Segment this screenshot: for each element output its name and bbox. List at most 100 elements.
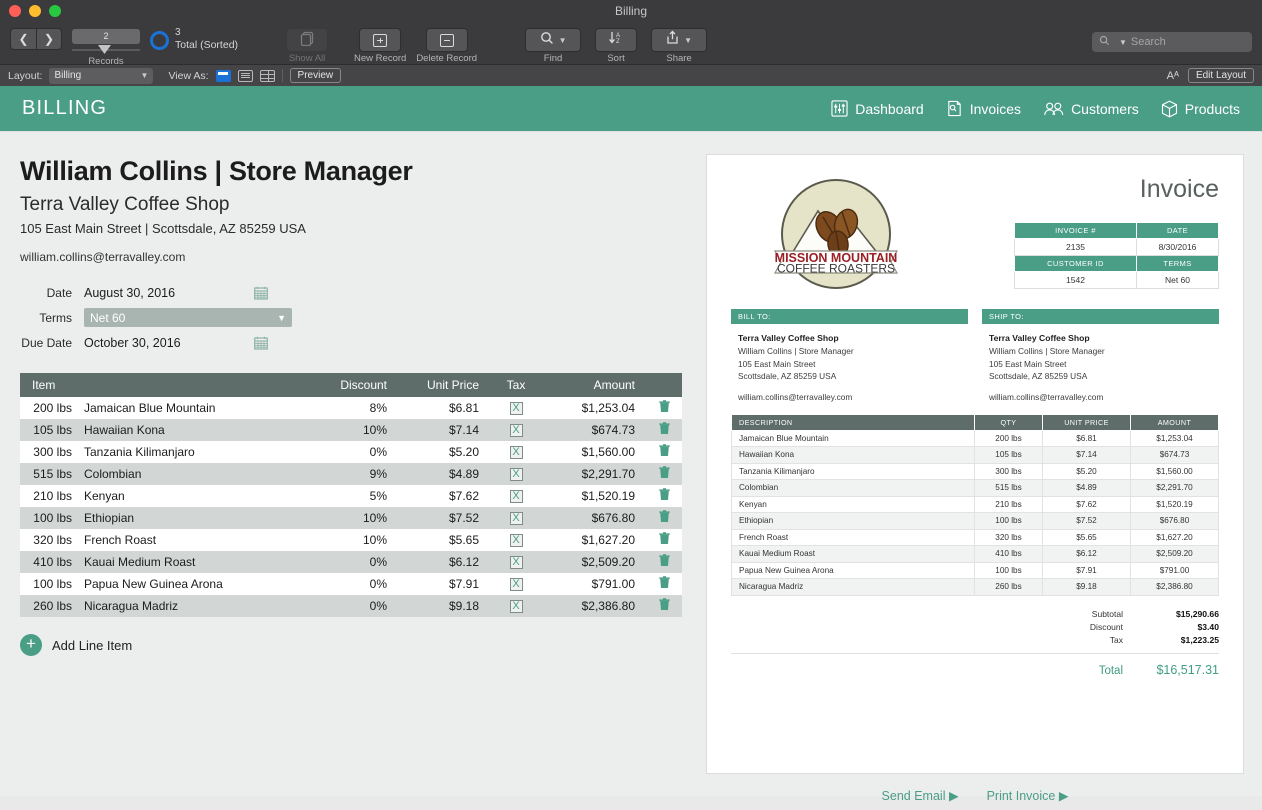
cell-unit-price[interactable]: $7.62 bbox=[399, 485, 491, 507]
cell-qty[interactable]: 200 lbs bbox=[20, 397, 78, 419]
cell-discount[interactable]: 10% bbox=[315, 419, 399, 441]
calendar-icon[interactable] bbox=[254, 286, 268, 300]
nav-item-products[interactable]: Products bbox=[1161, 100, 1240, 118]
tax-checkbox[interactable]: X bbox=[510, 490, 523, 503]
preview-button[interactable]: Preview bbox=[290, 68, 342, 83]
cell-unit-price[interactable]: $6.12 bbox=[399, 551, 491, 573]
trash-icon[interactable] bbox=[659, 600, 670, 614]
edit-layout-button[interactable]: Edit Layout bbox=[1188, 68, 1254, 83]
nav-item-customers[interactable]: Customers bbox=[1043, 101, 1139, 117]
show-all-button[interactable] bbox=[286, 28, 328, 52]
table-row[interactable]: 105 lbsHawaiian Kona10%$7.14X$674.73 bbox=[20, 419, 682, 441]
nav-item-invoices[interactable]: Invoices bbox=[946, 100, 1021, 117]
cell-item[interactable]: French Roast bbox=[78, 529, 315, 551]
view-as-table-icon[interactable] bbox=[260, 70, 275, 82]
tax-checkbox[interactable]: X bbox=[510, 600, 523, 613]
cell-item[interactable]: Kenyan bbox=[78, 485, 315, 507]
tax-checkbox[interactable]: X bbox=[510, 578, 523, 591]
cell-item[interactable]: Kauai Medium Roast bbox=[78, 551, 315, 573]
cell-item[interactable]: Jamaican Blue Mountain bbox=[78, 397, 315, 419]
table-row[interactable]: 200 lbsJamaican Blue Mountain8%$6.81X$1,… bbox=[20, 397, 682, 419]
cell-unit-price[interactable]: $7.52 bbox=[399, 507, 491, 529]
cell-discount[interactable]: 0% bbox=[315, 441, 399, 463]
view-as-list-icon[interactable] bbox=[238, 70, 253, 82]
cell-qty[interactable]: 515 lbs bbox=[20, 463, 78, 485]
cell-unit-price[interactable]: $4.89 bbox=[399, 463, 491, 485]
column-header-amount[interactable]: Amount bbox=[541, 373, 647, 397]
cell-discount[interactable]: 0% bbox=[315, 595, 399, 617]
cell-qty[interactable]: 260 lbs bbox=[20, 595, 78, 617]
cell-discount[interactable]: 8% bbox=[315, 397, 399, 419]
tax-checkbox[interactable]: X bbox=[510, 424, 523, 437]
search-field[interactable]: ▼ Search bbox=[1092, 32, 1252, 52]
tax-checkbox[interactable]: X bbox=[510, 446, 523, 459]
next-record-button[interactable]: ❯ bbox=[36, 28, 62, 50]
cell-unit-price[interactable]: $5.65 bbox=[399, 529, 491, 551]
cell-item[interactable]: Colombian bbox=[78, 463, 315, 485]
cell-qty[interactable]: 320 lbs bbox=[20, 529, 78, 551]
tax-checkbox[interactable]: X bbox=[510, 534, 523, 547]
table-row[interactable]: 515 lbsColombian9%$4.89X$2,291.70 bbox=[20, 463, 682, 485]
cell-qty[interactable]: 210 lbs bbox=[20, 485, 78, 507]
chevron-down-icon[interactable]: ▼ bbox=[559, 36, 567, 45]
table-row[interactable]: 260 lbsNicaragua Madriz0%$9.18X$2,386.80 bbox=[20, 595, 682, 617]
table-row[interactable]: 210 lbsKenyan5%$7.62X$1,520.19 bbox=[20, 485, 682, 507]
table-row[interactable]: 410 lbsKauai Medium Roast0%$6.12X$2,509.… bbox=[20, 551, 682, 573]
date-value[interactable]: August 30, 2016 bbox=[84, 286, 254, 300]
current-record-number[interactable]: 2 bbox=[72, 29, 140, 44]
column-header-unit-price[interactable]: Unit Price bbox=[399, 373, 491, 397]
delete-record-button[interactable] bbox=[426, 28, 468, 52]
cell-qty[interactable]: 100 lbs bbox=[20, 507, 78, 529]
cell-item[interactable]: Ethiopian bbox=[78, 507, 315, 529]
trash-icon[interactable] bbox=[659, 446, 670, 460]
cell-discount[interactable]: 10% bbox=[315, 507, 399, 529]
record-slider[interactable] bbox=[72, 45, 140, 55]
cell-item[interactable]: Tanzania Kilimanjaro bbox=[78, 441, 315, 463]
cell-unit-price[interactable]: $9.18 bbox=[399, 595, 491, 617]
sort-button[interactable]: A Z bbox=[595, 28, 637, 52]
cell-unit-price[interactable]: $6.81 bbox=[399, 397, 491, 419]
nav-item-dashboard[interactable]: Dashboard bbox=[831, 100, 924, 117]
trash-icon[interactable] bbox=[659, 534, 670, 548]
trash-icon[interactable] bbox=[659, 468, 670, 482]
cell-unit-price[interactable]: $7.91 bbox=[399, 573, 491, 595]
column-header-discount[interactable]: Discount bbox=[315, 373, 399, 397]
send-email-button[interactable]: Send Email ▶ bbox=[882, 788, 959, 803]
share-button[interactable]: ▼ bbox=[651, 28, 707, 52]
due-date-value[interactable]: October 30, 2016 bbox=[84, 336, 254, 350]
table-row[interactable]: 100 lbsPapua New Guinea Arona0%$7.91X$79… bbox=[20, 573, 682, 595]
trash-icon[interactable] bbox=[659, 424, 670, 438]
cell-discount[interactable]: 0% bbox=[315, 551, 399, 573]
add-line-item-button[interactable]: + Add Line Item bbox=[20, 634, 694, 656]
previous-record-button[interactable]: ❮ bbox=[10, 28, 36, 50]
tax-checkbox[interactable]: X bbox=[510, 512, 523, 525]
terms-select[interactable]: Net 60 ▼ bbox=[84, 308, 292, 327]
trash-icon[interactable] bbox=[659, 556, 670, 570]
trash-icon[interactable] bbox=[659, 490, 670, 504]
cell-discount[interactable]: 10% bbox=[315, 529, 399, 551]
cell-item[interactable]: Nicaragua Madriz bbox=[78, 595, 315, 617]
calendar-icon[interactable] bbox=[254, 336, 268, 350]
tax-checkbox[interactable]: X bbox=[510, 556, 523, 569]
tax-checkbox[interactable]: X bbox=[510, 468, 523, 481]
trash-icon[interactable] bbox=[659, 578, 670, 592]
cell-discount[interactable]: 9% bbox=[315, 463, 399, 485]
tax-checkbox[interactable]: X bbox=[510, 402, 523, 415]
cell-qty[interactable]: 410 lbs bbox=[20, 551, 78, 573]
table-row[interactable]: 300 lbsTanzania Kilimanjaro0%$5.20X$1,56… bbox=[20, 441, 682, 463]
cell-unit-price[interactable]: $7.14 bbox=[399, 419, 491, 441]
table-row[interactable]: 320 lbsFrench Roast10%$5.65X$1,627.20 bbox=[20, 529, 682, 551]
text-size-icon[interactable]: Aᴬ bbox=[1167, 70, 1179, 82]
column-header-item[interactable]: Item bbox=[20, 373, 315, 397]
print-invoice-button[interactable]: Print Invoice ▶ bbox=[987, 788, 1069, 803]
column-header-tax[interactable]: Tax bbox=[491, 373, 541, 397]
cell-qty[interactable]: 105 lbs bbox=[20, 419, 78, 441]
table-row[interactable]: 100 lbsEthiopian10%$7.52X$676.80 bbox=[20, 507, 682, 529]
cell-qty[interactable]: 100 lbs bbox=[20, 573, 78, 595]
cell-qty[interactable]: 300 lbs bbox=[20, 441, 78, 463]
cell-item[interactable]: Hawaiian Kona bbox=[78, 419, 315, 441]
cell-discount[interactable]: 5% bbox=[315, 485, 399, 507]
chevron-down-icon[interactable]: ▼ bbox=[684, 36, 692, 45]
find-button[interactable]: ▼ bbox=[525, 28, 581, 52]
cell-unit-price[interactable]: $5.20 bbox=[399, 441, 491, 463]
